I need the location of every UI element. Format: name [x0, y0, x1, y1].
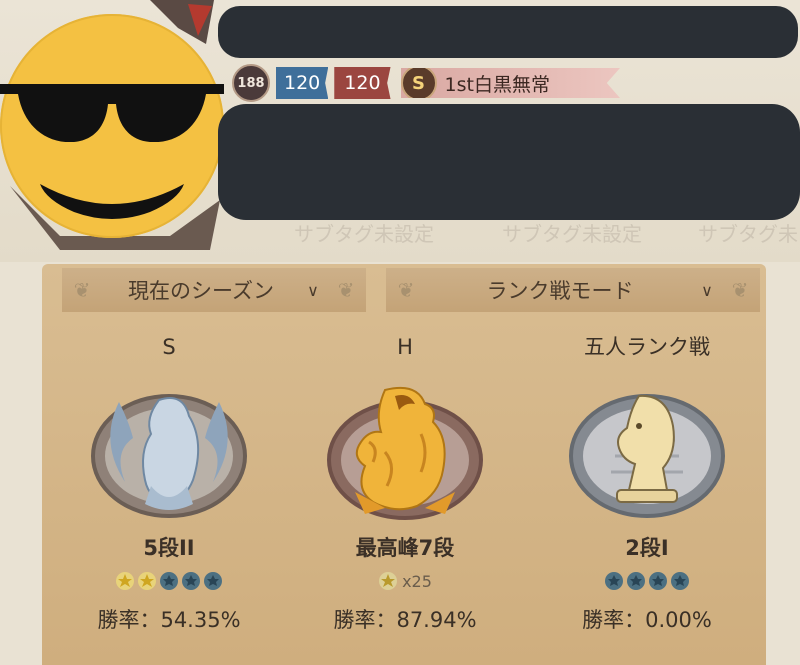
star-progress: [522, 570, 772, 592]
rank-column-five[interactable]: 五人ランク戦 2段I 勝率：0.00%: [522, 332, 772, 634]
subtag-3[interactable]: サブタグ未: [698, 218, 798, 247]
hydra-emblem-icon: [327, 386, 483, 520]
star-empty-icon: [182, 572, 200, 590]
smile-icon: [40, 184, 184, 219]
blue-rank-badge: 120: [276, 67, 329, 99]
profile-badges: 188 120 120 S 1st白黒無常: [232, 64, 620, 102]
star-empty-icon: [605, 572, 623, 590]
star-empty-icon: [627, 572, 645, 590]
column-header: 五人ランク戦: [584, 335, 710, 359]
title-s-icon: S: [400, 68, 437, 98]
subtag-1[interactable]: サブタグ未設定: [294, 218, 434, 247]
star-empty-icon: [649, 572, 667, 590]
star-filled-icon: [116, 572, 134, 590]
rank-label: 2段I: [625, 536, 669, 560]
star-filled-icon: [379, 572, 398, 590]
rank-column-s[interactable]: S 5段II 勝率：54.35%: [44, 332, 294, 634]
win-rate: 勝率：87.94%: [333, 608, 477, 632]
star-count-label: x25: [402, 571, 432, 591]
rank-label: 5段II: [143, 536, 195, 560]
wheat-icon: ❦: [397, 278, 415, 302]
chevron-down-icon: ∨: [307, 280, 319, 300]
red-rank-badge: 120: [334, 67, 391, 99]
redacted-username: [218, 6, 798, 58]
subtag-2[interactable]: サブタグ未設定: [502, 218, 642, 247]
title-text: 1st白黒無常: [444, 73, 550, 96]
star-empty-icon: [671, 572, 689, 590]
wheat-icon: ❦: [731, 278, 749, 302]
season-dropdown-label: 現在のシーズン: [128, 279, 274, 303]
mode-dropdown[interactable]: ❦ ランク戦モード ∨ ❦: [386, 268, 760, 312]
wheat-icon: ❦: [73, 278, 91, 302]
column-header: H: [397, 335, 413, 359]
level-badge: 188: [232, 64, 270, 102]
mode-dropdown-label: ランク戦モード: [486, 279, 634, 303]
redacted-info: [218, 104, 800, 220]
star-count: x25: [280, 570, 530, 592]
subtag-row: サブタグ未設定 サブタグ未設定 サブタグ未: [230, 210, 800, 250]
knight-emblem-icon: [569, 394, 725, 518]
star-empty-icon: [160, 572, 178, 590]
chevron-down-icon: ∨: [701, 280, 713, 300]
rank-column-h[interactable]: H 最高峰7段 x25 勝率：87.94%: [280, 332, 530, 634]
rank-label: 最高峰7段: [355, 536, 455, 560]
star-filled-icon: [138, 572, 156, 590]
star-progress: [44, 570, 294, 592]
column-header: S: [162, 335, 176, 359]
win-rate: 勝率：0.00%: [582, 608, 712, 632]
griffin-emblem-icon: [91, 394, 247, 518]
title-badge[interactable]: S 1st白黒無常: [400, 68, 620, 98]
wheat-icon: ❦: [337, 278, 355, 302]
avatar-sunglasses-emoji: [0, 14, 224, 238]
season-dropdown[interactable]: ❦ 現在のシーズン ∨ ❦: [62, 268, 366, 312]
star-empty-icon: [204, 572, 222, 590]
win-rate: 勝率：54.35%: [97, 608, 241, 632]
